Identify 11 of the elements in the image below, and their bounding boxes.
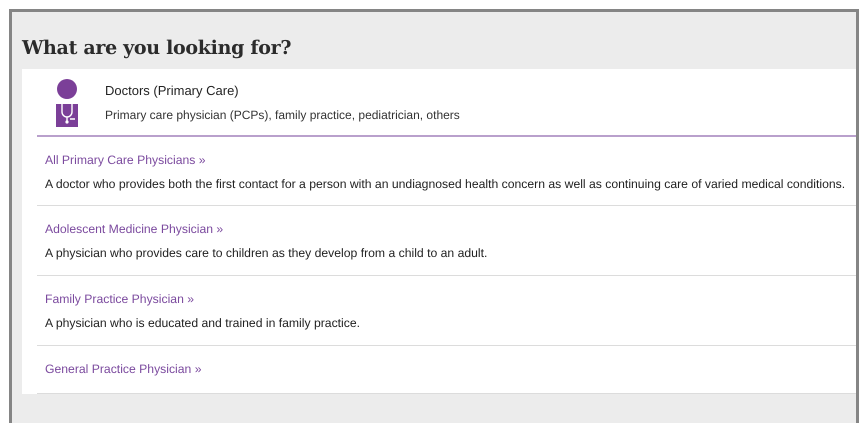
specialty-link[interactable]: Adolescent Medicine Physician » (45, 220, 224, 238)
specialty-description: A doctor who provides both the first contact for a person with an undiagnosed health concern as well as continuing care of varied medical conditions. (45, 176, 846, 192)
specialty-link[interactable]: General Practice Physician » (45, 360, 202, 378)
category-title: Doctors (Primary Care) (105, 82, 240, 100)
category-description: Primary care physician (PCPs), family practice, pediatrician, others (105, 107, 460, 124)
specialty-link[interactable]: Family Practice Physician » (45, 290, 194, 308)
specialty-link[interactable]: All Primary Care Physicians » (45, 150, 206, 169)
page-heading: What are you looking for? (22, 36, 292, 61)
specialty-description: A physician who is educated and trained in family practice. (45, 314, 362, 332)
specialty-description: A physician who provides care to children as they develop from a child to an adult. (45, 245, 488, 262)
doctor-icon (55, 78, 79, 126)
